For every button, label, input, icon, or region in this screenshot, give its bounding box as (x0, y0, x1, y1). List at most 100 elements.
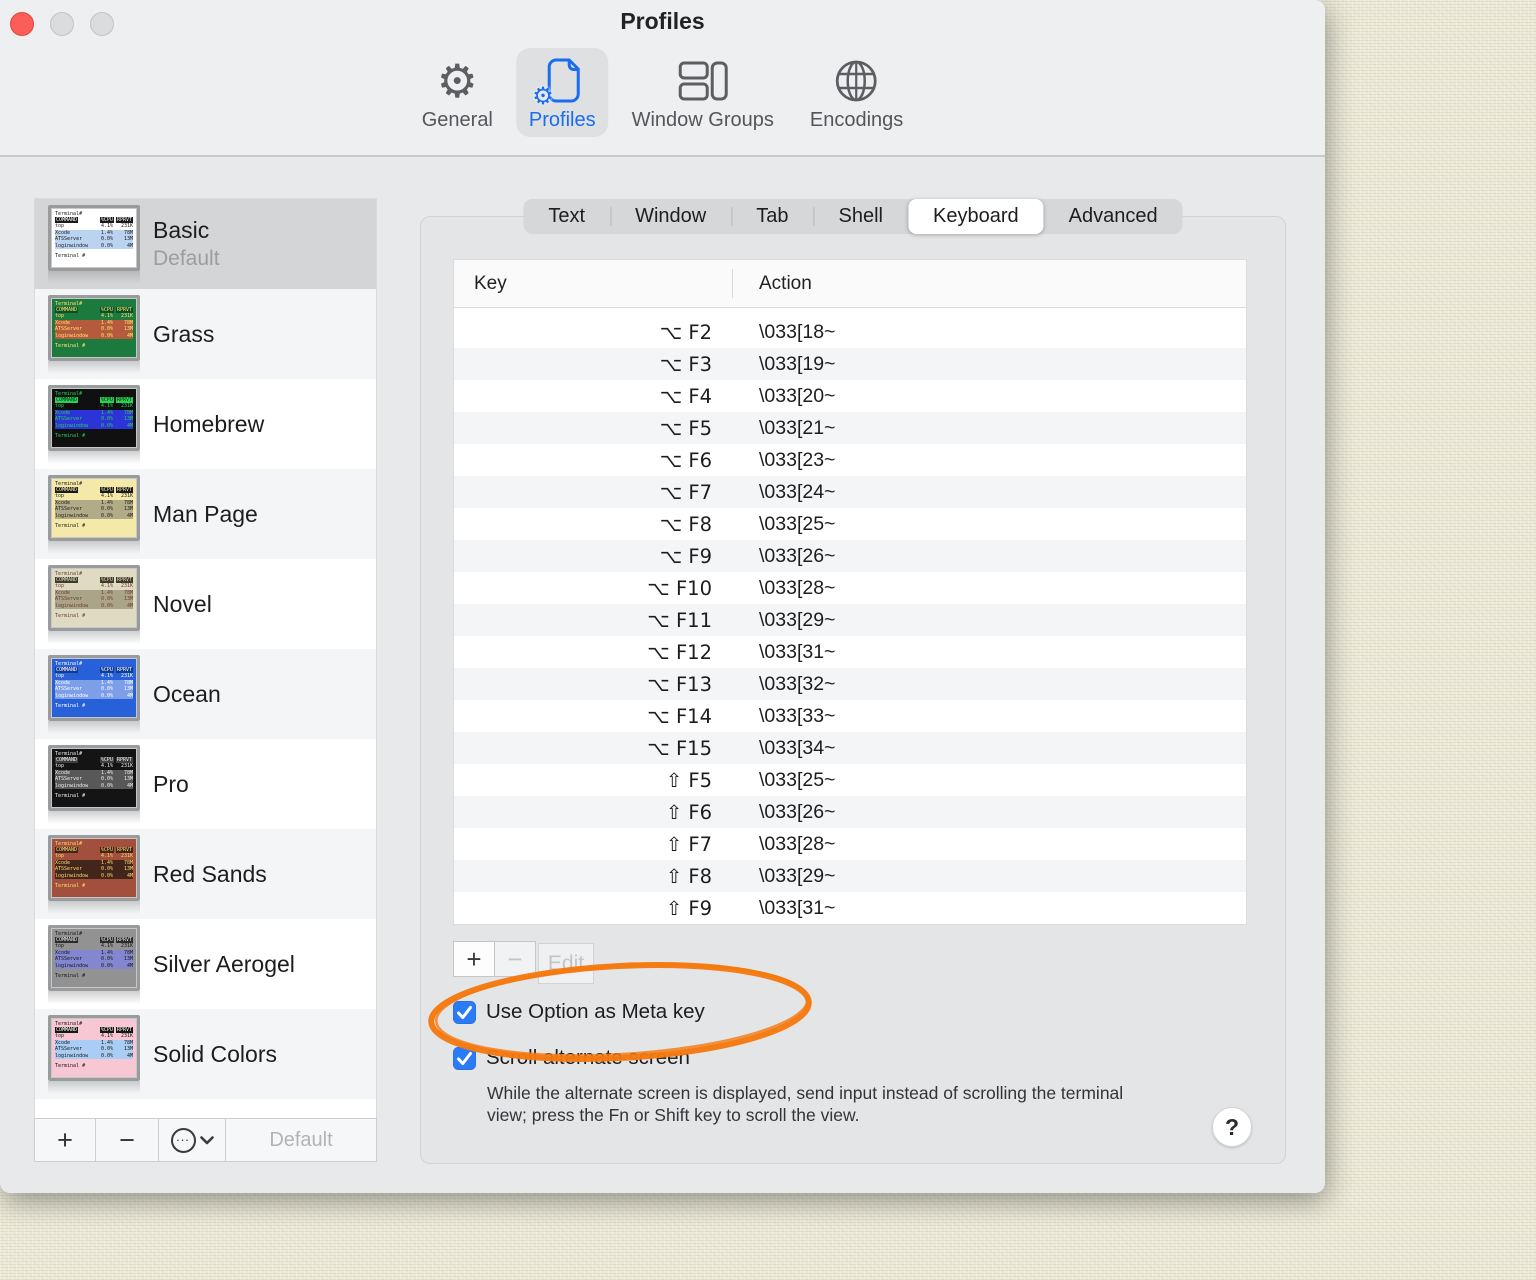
table-row[interactable]: ⌥ F6 \033[23~ (454, 444, 1246, 476)
tab-tab[interactable]: Tab (731, 199, 813, 234)
thumbnail-reflection (48, 1080, 140, 1094)
profile-name: Man Page (153, 500, 258, 527)
key-cell: ⌥ F9 (659, 544, 712, 568)
terminal-preview-icon: Terminal# COMMAND %CPU RPRVT top 4.1% 231K Xcod… (48, 834, 140, 901)
add-profile-button[interactable]: + (34, 1118, 96, 1162)
use-option-as-meta-key-checkbox[interactable] (453, 1000, 476, 1024)
terminal-preview-icon: Terminal# COMMAND %CPU RPRVT top 4.1% 231K Xcod… (48, 384, 140, 451)
tab-keyboard[interactable]: Keyboard (907, 199, 1044, 234)
sidebar-button-bar: + − ... Default (34, 1118, 377, 1162)
remove-profile-button[interactable]: − (95, 1118, 159, 1162)
action-cell: \033[25~ (759, 768, 836, 791)
profile-item-red-sands[interactable]: Terminal# COMMAND %CPU RPRVT top 4.1% 231K Xcod… (35, 829, 376, 919)
document-gear-icon: ⚙ (532, 55, 586, 108)
terminal-preview-icon: Terminal# COMMAND %CPU RPRVT top 4.1% 231K Xcod… (48, 564, 140, 631)
table-row[interactable]: ⌥ F2 \033[18~ (454, 316, 1246, 348)
table-row[interactable]: ⇧ F7 \033[28~ (454, 828, 1246, 860)
table-row[interactable]: ⌥ F11 \033[29~ (454, 604, 1246, 636)
table-row[interactable]: ⌥ F5 \033[21~ (454, 412, 1246, 444)
toolbar-item-profiles[interactable]: ⚙ Profiles (515, 48, 609, 137)
thumbnail-reflection (48, 990, 140, 1004)
profile-item-man-page[interactable]: Terminal# COMMAND %CPU RPRVT top 4.1% 231K Xcod… (35, 469, 376, 559)
toolbar-item-general[interactable]: ⚙ General (409, 48, 506, 137)
profile-thumbnail: Terminal# COMMAND %CPU RPRVT top 4.1% 231K Xcod… (48, 834, 140, 914)
tab-advanced[interactable]: Advanced (1044, 199, 1183, 234)
profile-thumbnail: Terminal# COMMAND %CPU RPRVT top 4.1% 231K Xcod… (48, 294, 140, 374)
key-cell: ⌥ F11 (647, 608, 712, 632)
key-cell: ⌥ F13 (647, 672, 712, 696)
profile-thumbnail: Terminal# COMMAND %CPU RPRVT top 4.1% 231K Xcod… (48, 654, 140, 734)
column-divider[interactable] (732, 269, 733, 298)
profile-label: Basic Default (153, 217, 220, 271)
table-row[interactable]: ⇧ F6 \033[26~ (454, 796, 1246, 828)
help-button[interactable]: ? (1212, 1107, 1252, 1147)
toolbar-item-label: General (421, 109, 493, 131)
action-column-header[interactable]: Action (759, 273, 812, 295)
thumbnail-reflection (48, 270, 140, 284)
profile-item-grass[interactable]: Terminal# COMMAND %CPU RPRVT top 4.1% 231K Xcod… (35, 289, 376, 379)
thumbnail-reflection (48, 900, 140, 914)
profile-thumbnail: Terminal# COMMAND %CPU RPRVT top 4.1% 231K Xcod… (48, 384, 140, 464)
profile-item-ocean[interactable]: Terminal# COMMAND %CPU RPRVT top 4.1% 231K Xcod… (35, 649, 376, 739)
tab-shell[interactable]: Shell (813, 199, 908, 234)
table-row[interactable]: ⌥ F7 \033[24~ (454, 476, 1246, 508)
terminal-preview-icon: Terminal# COMMAND %CPU RPRVT top 4.1% 231K Xcod… (48, 744, 140, 811)
key-cell: ⌥ F12 (647, 640, 712, 664)
profile-item-homebrew[interactable]: Terminal# COMMAND %CPU RPRVT top 4.1% 231K Xcod… (35, 379, 376, 469)
table-row[interactable]: ⇧ F8 \033[29~ (454, 860, 1246, 892)
key-cell: ⇧ F9 (665, 896, 712, 920)
add-key-button[interactable]: + (453, 941, 495, 977)
table-row[interactable]: ⌥ F4 \033[20~ (454, 380, 1246, 412)
table-row[interactable]: ⌥ F3 \033[19~ (454, 348, 1246, 380)
profile-item-silver-aerogel[interactable]: Terminal# COMMAND %CPU RPRVT top 4.1% 231K Xcod… (35, 919, 376, 1009)
key-column-header[interactable]: Key (454, 273, 507, 295)
profile-actions-button[interactable]: ... (158, 1118, 226, 1162)
table-row[interactable]: ⌥ F9 \033[26~ (454, 540, 1246, 572)
toolbar-item-encodings[interactable]: Encodings (797, 48, 916, 137)
table-row[interactable]: ⌥ F15 \033[34~ (454, 732, 1246, 764)
table-row[interactable]: ⌥ F8 \033[25~ (454, 508, 1246, 540)
toolbar-item-window-groups[interactable]: Window Groups (619, 48, 787, 137)
titlebar-divider (0, 156, 1325, 157)
profile-item-novel[interactable]: Terminal# COMMAND %CPU RPRVT top 4.1% 231K Xcod… (35, 559, 376, 649)
key-cell: ⇧ F6 (665, 800, 712, 824)
profile-name: Pro (153, 770, 189, 797)
action-cell: \033[31~ (759, 640, 836, 663)
table-row[interactable]: ⇧ F5 \033[25~ (454, 764, 1246, 796)
scroll-alternate-screen-checkbox[interactable] (453, 1046, 476, 1070)
profiles-sidebar: Terminal# COMMAND %CPU RPRVT top 4.1% 231K Xcod… (34, 198, 377, 1162)
profile-thumbnail: Terminal# COMMAND %CPU RPRVT top 4.1% 231K Xcod… (48, 744, 140, 824)
thumbnail-reflection (48, 630, 140, 644)
use-option-as-meta-key-label: Use Option as Meta key (486, 1000, 705, 1023)
preferences-toolbar: ⚙ General ⚙ Profiles Window Groups Encodings (409, 48, 917, 137)
tab-text[interactable]: Text (523, 199, 610, 234)
action-cell: \033[28~ (759, 832, 836, 855)
key-cell: ⌥ F3 (659, 352, 712, 376)
profile-label: Red Sands (153, 861, 267, 888)
table-row[interactable]: ⌥ F13 \033[32~ (454, 668, 1246, 700)
action-cell: \033[26~ (759, 544, 836, 567)
default-profile-button[interactable]: Default (225, 1118, 377, 1162)
terminal-preview-icon: Terminal# COMMAND %CPU RPRVT top 4.1% 231K Xcod… (48, 204, 140, 271)
toolbar-item-label: Encodings (809, 109, 904, 131)
thumbnail-reflection (48, 540, 140, 554)
profile-label: Novel (153, 591, 212, 618)
action-cell: \033[31~ (759, 896, 836, 919)
remove-key-button: − (494, 941, 536, 977)
profile-name: Red Sands (153, 860, 267, 887)
profile-item-basic[interactable]: Terminal# COMMAND %CPU RPRVT top 4.1% 231K Xcod… (35, 199, 376, 289)
table-row[interactable]: ⌥ F14 \033[33~ (454, 700, 1246, 732)
profile-item-pro[interactable]: Terminal# COMMAND %CPU RPRVT top 4.1% 231K Xcod… (35, 739, 376, 829)
chevron-down-icon (199, 1135, 214, 1144)
action-cell: \033[25~ (759, 512, 836, 535)
profile-label: Ocean (153, 681, 221, 708)
table-row[interactable]: ⇧ F9 \033[31~ (454, 892, 1246, 924)
profile-name: Basic (153, 217, 210, 243)
table-row[interactable]: ⌥ F10 \033[28~ (454, 572, 1246, 604)
globe-icon (834, 55, 880, 107)
tab-window[interactable]: Window (610, 199, 731, 234)
profile-label: Pro (153, 771, 189, 798)
action-cell: \033[29~ (759, 864, 836, 887)
profile-item-solid-colors[interactable]: Terminal# COMMAND %CPU RPRVT top 4.1% 231K Xcod… (35, 1009, 376, 1099)
table-row[interactable]: ⌥ F12 \033[31~ (454, 636, 1246, 668)
